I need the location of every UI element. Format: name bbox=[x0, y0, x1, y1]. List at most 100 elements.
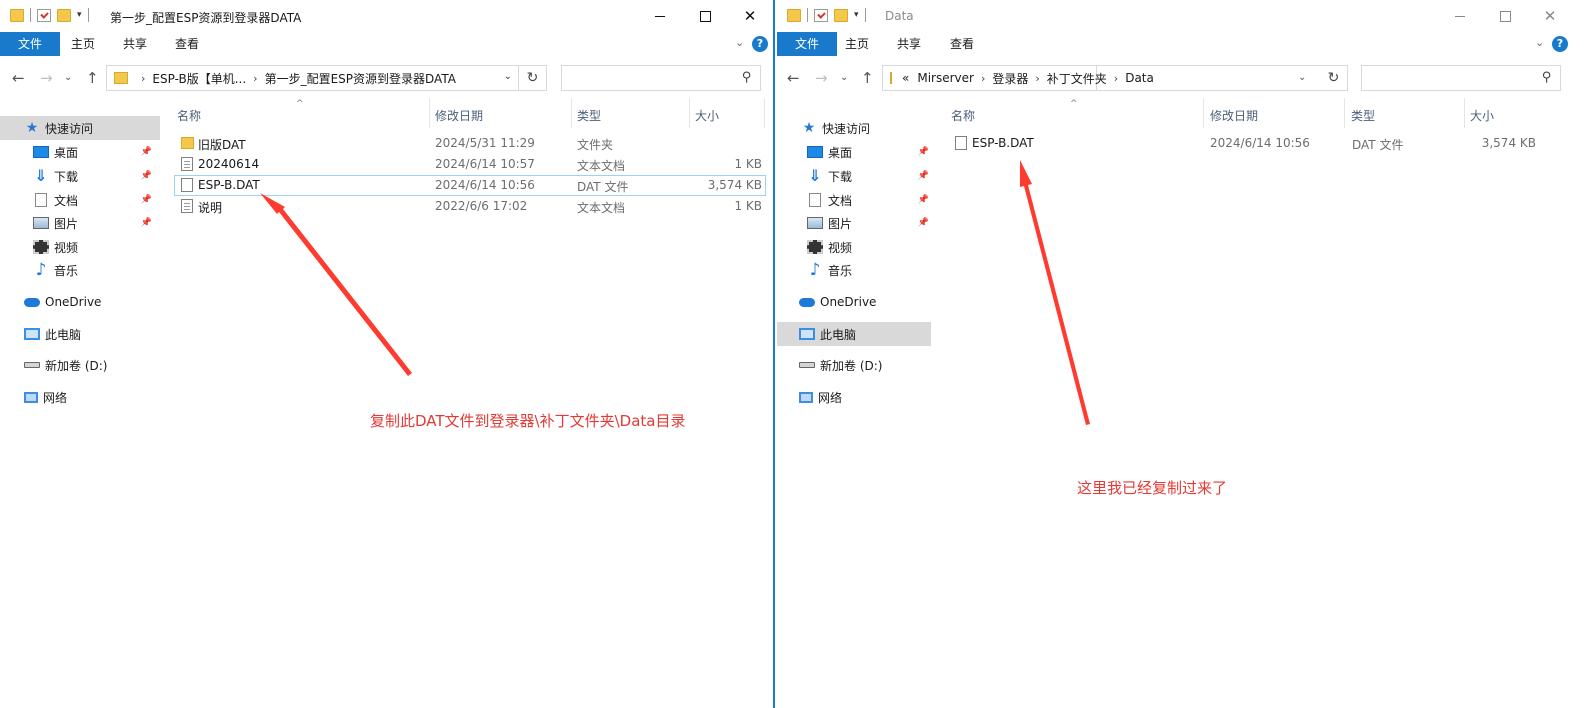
refresh-button[interactable]: ↻ bbox=[519, 65, 547, 91]
refresh-button[interactable]: ↻ bbox=[1320, 65, 1348, 91]
address-dropdown-icon[interactable]: ⌄ bbox=[504, 71, 512, 82]
cloud-icon bbox=[799, 297, 815, 307]
nav-item-music[interactable]: ♪ 音乐 bbox=[0, 258, 160, 282]
column-divider[interactable] bbox=[429, 98, 430, 128]
minimize-button[interactable] bbox=[1437, 0, 1483, 32]
file-date: 2024/6/14 10:57 bbox=[435, 157, 535, 171]
nav-item-this-pc[interactable]: 此电脑 bbox=[777, 322, 931, 346]
column-divider[interactable] bbox=[1203, 98, 1204, 128]
minimize-button[interactable] bbox=[637, 0, 683, 32]
close-button[interactable]: ✕ bbox=[1527, 0, 1573, 32]
network-icon bbox=[799, 391, 813, 403]
properties-icon[interactable] bbox=[37, 8, 51, 22]
search-input[interactable]: ⚲ bbox=[561, 65, 761, 91]
sort-ascending-icon: ^ bbox=[1070, 99, 1078, 109]
column-divider[interactable] bbox=[689, 98, 690, 128]
toolbar-separator bbox=[807, 8, 808, 22]
file-row-selected[interactable]: ESP-B.DAT 2024/6/14 10:56 DAT 文件 3,574 K… bbox=[174, 175, 766, 196]
nav-item-music[interactable]: ♪ 音乐 bbox=[777, 258, 937, 282]
column-divider[interactable] bbox=[1344, 98, 1345, 128]
nav-item-documents[interactable]: 文档 📌 bbox=[0, 188, 160, 212]
column-header-size[interactable]: 大小 bbox=[1470, 107, 1494, 124]
recent-locations-chevron-icon[interactable]: ⌄ bbox=[64, 72, 72, 83]
back-arrow-icon[interactable]: ← bbox=[12, 69, 25, 87]
up-arrow-icon[interactable]: ↑ bbox=[86, 69, 99, 87]
nav-item-videos[interactable]: 视频 bbox=[0, 235, 160, 259]
file-row[interactable]: 旧版DAT 2024/5/31 11:29 文件夹 bbox=[174, 133, 766, 154]
nav-item-pictures[interactable]: 图片 📌 bbox=[777, 211, 937, 235]
file-type: 文件夹 bbox=[577, 138, 614, 152]
tab-view[interactable]: 查看 bbox=[941, 32, 983, 56]
column-header-size[interactable]: 大小 bbox=[695, 107, 719, 124]
nav-item-desktop[interactable]: 桌面 📌 bbox=[0, 140, 160, 164]
nav-item-documents[interactable]: 文档 📌 bbox=[777, 188, 937, 212]
forward-arrow-icon[interactable]: → bbox=[815, 69, 828, 87]
tab-share[interactable]: 共享 bbox=[114, 32, 156, 56]
nav-label: 文档 bbox=[828, 193, 853, 208]
address-bar[interactable]: › ESP-B版【单机... › 第一步_配置ESP资源到登录器DATA ⌄ bbox=[106, 65, 519, 91]
column-divider[interactable] bbox=[1464, 98, 1465, 128]
recent-locations-chevron-icon[interactable]: ⌄ bbox=[840, 72, 848, 83]
maximize-button[interactable] bbox=[682, 0, 728, 32]
nav-label: 视频 bbox=[828, 240, 853, 255]
tab-file[interactable]: 文件 bbox=[0, 32, 60, 56]
breadcrumb-chevron-icon[interactable]: › bbox=[141, 72, 145, 85]
text-file-icon bbox=[181, 199, 193, 213]
search-input[interactable]: ⚲ bbox=[1361, 65, 1561, 91]
nav-item-network[interactable]: 网络 bbox=[0, 385, 160, 409]
customize-toolbar-dropdown[interactable]: ▾ bbox=[854, 10, 859, 20]
expand-ribbon-chevron-icon[interactable]: ⌄ bbox=[1535, 36, 1544, 49]
properties-icon[interactable] bbox=[814, 8, 828, 22]
file-row[interactable]: 20240614 2024/6/14 10:57 文本文档 1 KB bbox=[174, 154, 766, 175]
tab-view[interactable]: 查看 bbox=[166, 32, 208, 56]
help-icon[interactable]: ? bbox=[1552, 36, 1568, 52]
column-header-type[interactable]: 类型 bbox=[1351, 107, 1375, 124]
nav-item-drive-d[interactable]: 新加卷 (D:) bbox=[777, 353, 937, 377]
breadcrumb-item[interactable]: ESP-B版【单机... bbox=[152, 70, 246, 87]
column-header-type[interactable]: 类型 bbox=[577, 107, 601, 124]
document-icon bbox=[809, 193, 821, 207]
breadcrumb-chevron-icon[interactable]: › bbox=[253, 72, 257, 85]
nav-item-this-pc[interactable]: 此电脑 bbox=[0, 322, 160, 346]
column-divider[interactable] bbox=[571, 98, 572, 128]
nav-item-pictures[interactable]: 图片 📌 bbox=[0, 211, 160, 235]
customize-toolbar-dropdown[interactable]: ▾ bbox=[77, 10, 82, 20]
file-name: ESP-B.DAT bbox=[972, 136, 1034, 150]
address-dropdown-icon[interactable]: ⌄ bbox=[1298, 72, 1306, 83]
nav-item-downloads[interactable]: ⇓ 下载 📌 bbox=[777, 164, 937, 188]
tab-share[interactable]: 共享 bbox=[888, 32, 930, 56]
expand-ribbon-chevron-icon[interactable]: ⌄ bbox=[735, 36, 744, 49]
nav-item-drive-d[interactable]: 新加卷 (D:) bbox=[0, 353, 160, 377]
forward-arrow-icon[interactable]: → bbox=[40, 69, 53, 87]
address-bar-frame[interactable] bbox=[882, 65, 1322, 91]
file-row[interactable]: 说明 2022/6/6 17:02 文本文档 1 KB bbox=[174, 196, 766, 217]
search-icon: ⚲ bbox=[742, 70, 752, 85]
column-header-name[interactable]: 名称 bbox=[951, 107, 975, 124]
new-folder-icon[interactable] bbox=[834, 8, 848, 22]
nav-item-onedrive[interactable]: OneDrive bbox=[0, 290, 160, 314]
breadcrumb-item[interactable]: 第一步_配置ESP资源到登录器DATA bbox=[265, 70, 456, 87]
desktop-icon bbox=[33, 146, 49, 158]
file-row[interactable]: ESP-B.DAT 2024/6/14 10:56 DAT 文件 3,574 K… bbox=[948, 133, 1540, 154]
column-divider[interactable] bbox=[764, 98, 765, 128]
nav-item-quick-access[interactable]: ★ 快速访问 bbox=[0, 116, 160, 140]
tab-home[interactable]: 主页 bbox=[62, 32, 104, 56]
tab-home[interactable]: 主页 bbox=[836, 32, 878, 56]
nav-item-desktop[interactable]: 桌面 📌 bbox=[777, 140, 937, 164]
maximize-button[interactable] bbox=[1482, 0, 1528, 32]
column-header-date[interactable]: 修改日期 bbox=[435, 107, 483, 124]
tab-file[interactable]: 文件 bbox=[777, 32, 837, 56]
nav-item-quick-access[interactable]: ★ 快速访问 bbox=[777, 116, 937, 140]
help-icon[interactable]: ? bbox=[752, 36, 768, 52]
up-arrow-icon[interactable]: ↑ bbox=[861, 69, 874, 87]
new-folder-icon[interactable] bbox=[57, 8, 71, 22]
close-button[interactable]: ✕ bbox=[727, 0, 773, 32]
column-header-date[interactable]: 修改日期 bbox=[1210, 107, 1258, 124]
back-arrow-icon[interactable]: ← bbox=[787, 69, 800, 87]
nav-item-onedrive[interactable]: OneDrive bbox=[777, 290, 937, 314]
nav-item-videos[interactable]: 视频 bbox=[777, 235, 937, 259]
nav-item-network[interactable]: 网络 bbox=[777, 385, 937, 409]
column-header-name[interactable]: 名称 bbox=[177, 107, 201, 124]
nav-label: 文档 bbox=[54, 193, 79, 208]
nav-item-downloads[interactable]: ⇓ 下载 📌 bbox=[0, 164, 160, 188]
